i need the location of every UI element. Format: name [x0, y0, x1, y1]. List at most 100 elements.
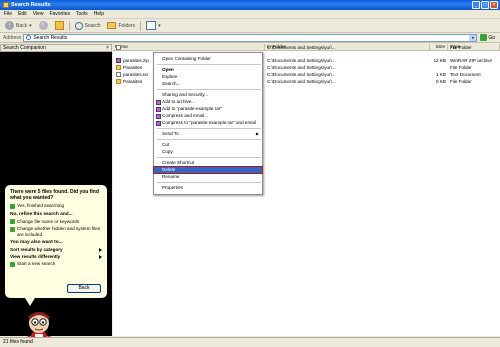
search-results-icon: [3, 2, 9, 8]
back-button[interactable]: ‹ Back ▾: [3, 20, 34, 31]
expand-arrow-icon: [99, 255, 102, 259]
close-pane-icon[interactable]: ×: [106, 45, 109, 51]
forward-button[interactable]: ›: [37, 20, 50, 31]
menu-send-to[interactable]: Send To ▶: [154, 131, 262, 137]
refine-heading: No, refine this search and...: [10, 211, 73, 217]
file-folder: C:\Documents and Settings\yur\...: [267, 65, 336, 70]
file-row[interactable]: parasite-example C:\Documents and Settin…: [113, 45, 500, 51]
folders-button[interactable]: Folders: [105, 20, 137, 31]
forward-arrow-icon: ›: [38, 21, 48, 30]
file-size: 0 KB: [436, 79, 446, 84]
winrar-icon: [156, 106, 161, 112]
menu-cut[interactable]: Cut: [154, 142, 262, 148]
file-type: File Folder: [450, 79, 472, 84]
toolbar-separator: [68, 20, 70, 31]
file-icon: [116, 45, 121, 50]
context-menu: Open Containing Folder Open Explore Sear…: [153, 52, 263, 195]
menu-separator: [157, 128, 261, 129]
change-keywords-link[interactable]: Change file name or keywords: [10, 219, 102, 224]
title-bar: Search Results _ □ ×: [0, 0, 500, 10]
menu-explore[interactable]: Explore: [154, 74, 262, 80]
menu-edit[interactable]: Edit: [18, 11, 27, 17]
file-folder: C:\Documents and Settings\yur\...: [267, 72, 336, 77]
menu-compress-email[interactable]: Compress and email...: [154, 113, 262, 119]
toolbar: ‹ Back ▾ › Search Folders ▾: [0, 19, 500, 33]
address-value: Search Results: [33, 34, 68, 41]
folders-icon: [107, 22, 117, 29]
toolbar-separator: [140, 20, 142, 31]
menu-properties[interactable]: Properties: [154, 185, 262, 191]
balloon-back-button[interactable]: Back: [67, 284, 101, 293]
go-button[interactable]: Go: [480, 34, 495, 41]
balloon-tail: [25, 298, 35, 306]
menu-separator: [157, 89, 261, 90]
address-label: Address: [3, 34, 22, 41]
text-file-icon: [116, 72, 121, 77]
search-companion-pane: Search Companion × There were 5 files fo…: [0, 44, 112, 347]
file-folder: C:\Documents and Settings\yur\...: [267, 58, 336, 63]
search-results-balloon: There were 5 files found. Did you find w…: [4, 184, 108, 306]
status-bar: 21 files found: [0, 337, 500, 347]
menu-tools[interactable]: Tools: [76, 11, 88, 17]
close-button[interactable]: ×: [490, 1, 498, 9]
expand-arrow-icon: [99, 248, 102, 252]
submenu-arrow-icon: ▶: [255, 131, 259, 136]
up-folder-icon: [54, 21, 64, 30]
file-size: 12 KB: [433, 58, 446, 63]
search-icon: [74, 21, 83, 30]
change-hidden-files-link[interactable]: Change whether hidden and system files a…: [10, 226, 102, 237]
search-button[interactable]: Search: [73, 20, 103, 31]
window-title: Search Results: [11, 2, 51, 8]
menu-compress-rar-email[interactable]: Compress to "parasite-example.rar" and e…: [154, 120, 262, 126]
views-button[interactable]: ▾: [144, 20, 163, 31]
new-search-link[interactable]: Start a new search: [10, 261, 102, 267]
sort-results-link[interactable]: Sort results by category: [10, 247, 102, 252]
file-type: File Folder: [450, 45, 472, 50]
menu-search[interactable]: Search...: [154, 81, 262, 87]
menu-add-to-rar[interactable]: Add to "parasite-example.rar": [154, 106, 262, 112]
maximize-button[interactable]: □: [481, 1, 489, 9]
search-label: Search: [84, 22, 101, 29]
menu-view[interactable]: View: [33, 11, 44, 17]
address-field[interactable]: Search Results ▾: [23, 33, 478, 42]
view-results-label: View results differently: [10, 254, 61, 259]
yes-finished-link[interactable]: Yes, finished searching: [10, 203, 102, 209]
menu-delete[interactable]: Delete: [153, 166, 263, 174]
also-heading: You may also want to...: [10, 240, 63, 245]
menu-rename[interactable]: Rename: [154, 174, 262, 180]
file-type: File Folder: [450, 65, 472, 70]
sort-results-label: Sort results by category: [10, 247, 63, 252]
menu-send-to-label: Send To: [162, 131, 179, 136]
file-size: 1 KB: [436, 72, 446, 77]
yes-finished-label: Yes, finished searching: [17, 203, 65, 208]
file-folder: C:\Documents and Settings\yur\...: [267, 79, 336, 84]
menu-create-shortcut[interactable]: Create Shortcut: [154, 160, 262, 166]
menu-file[interactable]: File: [4, 11, 12, 17]
change-hidden-files-label: Change whether hidden and system files a…: [17, 226, 100, 237]
menu-help[interactable]: Help: [94, 11, 104, 17]
folders-label: Folders: [118, 22, 136, 29]
menu-open-containing-folder[interactable]: Open Containing Folder: [154, 56, 262, 62]
back-arrow-icon: ‹: [5, 21, 14, 30]
arrow-icon: [10, 219, 15, 224]
dropdown-arrow-icon: ▾: [158, 22, 161, 29]
winrar-icon: [156, 120, 161, 126]
up-folder-button[interactable]: [53, 20, 66, 31]
winrar-icon: [156, 113, 161, 119]
view-results-link[interactable]: View results differently: [10, 254, 102, 259]
address-dropdown-icon[interactable]: ▾: [469, 34, 477, 41]
menu-add-to-archive[interactable]: Add to archive...: [154, 99, 262, 105]
menu-favorites[interactable]: Favorites: [49, 11, 70, 17]
menu-compress-email-label: Compress and email...: [162, 113, 208, 118]
menu-open[interactable]: Open: [154, 67, 262, 73]
go-arrow-icon: [480, 34, 488, 41]
file-type: WinRAR ZIP archive: [450, 58, 493, 63]
arrow-icon: [10, 226, 15, 232]
file-folder: C:\Documents and Settings\yur\...: [267, 45, 336, 50]
zip-archive-icon: [116, 58, 121, 63]
new-search-label: Start a new search: [17, 261, 56, 266]
minimize-button[interactable]: _: [472, 1, 480, 9]
search-companion-title: Search Companion: [3, 45, 46, 51]
menu-copy[interactable]: Copy: [154, 149, 262, 155]
menu-sharing-security[interactable]: Sharing and Security...: [154, 92, 262, 98]
